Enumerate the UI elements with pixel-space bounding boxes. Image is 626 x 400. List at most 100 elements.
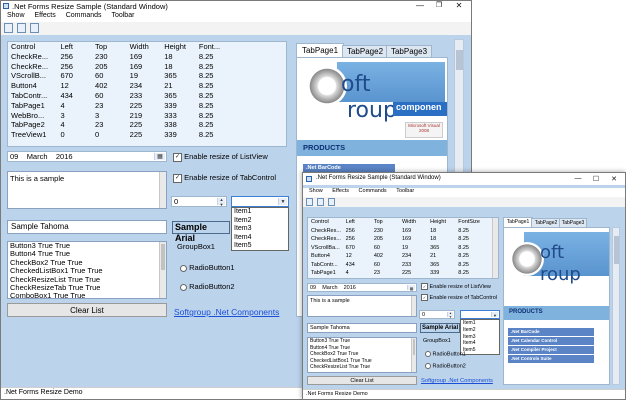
items-combobox[interactable]: ▼: [460, 310, 500, 319]
col-top[interactable]: Top: [371, 218, 399, 227]
dropdown-item[interactable]: Item1: [463, 320, 499, 327]
scroll-thumb[interactable]: [456, 50, 463, 70]
spin-arrows-icon[interactable]: ▲ ▼: [447, 311, 453, 318]
sample-textbox[interactable]: This is a sample: [7, 171, 167, 209]
maximize-icon[interactable]: ☐: [589, 175, 603, 183]
softgroup-link[interactable]: Softgroup .Net Components: [421, 378, 507, 384]
date-picker[interactable]: 09 March 2016 ▦: [307, 283, 417, 292]
dropdown-item[interactable]: Item5: [463, 347, 499, 354]
col-height[interactable]: Height: [161, 42, 196, 52]
radio-button-2[interactable]: RadioButton2: [425, 363, 466, 369]
radio-button-1[interactable]: RadioButton1: [180, 263, 235, 272]
close-icon[interactable]: ✕: [607, 175, 621, 183]
log-listbox[interactable]: Button3 True True Button4 True True CheckB…: [7, 241, 167, 299]
radio-button-2[interactable]: RadioButton2: [180, 282, 235, 291]
listview-scrollbar[interactable]: [492, 218, 498, 278]
table-row[interactable]: TabContr... 434 60 233 365 8.25: [8, 91, 233, 101]
chevron-down-icon[interactable]: ▼: [491, 312, 498, 318]
date-picker[interactable]: 09 March 2016 ▦: [7, 151, 167, 162]
menu-effects[interactable]: Effects: [332, 188, 349, 194]
dropdown-item[interactable]: Item2: [463, 327, 499, 334]
new-icon[interactable]: [4, 23, 13, 33]
sample-textbox[interactable]: This is a sample: [307, 295, 417, 317]
col-control[interactable]: Control: [8, 42, 57, 52]
table-row[interactable]: TreeView1 0 0 225 339 8.25: [8, 130, 233, 140]
calendar-dropdown-icon[interactable]: ▦: [154, 153, 165, 160]
minimize-icon[interactable]: —: [571, 175, 585, 182]
save-icon[interactable]: [328, 197, 336, 206]
col-left[interactable]: Left: [57, 42, 92, 52]
save-icon[interactable]: [30, 23, 40, 33]
dropdown-item[interactable]: Item5: [234, 242, 288, 251]
minimize-icon[interactable]: —: [412, 1, 428, 10]
dropdown-item[interactable]: Item3: [463, 334, 499, 341]
tab-scrollbar[interactable]: [612, 227, 620, 385]
col-font[interactable]: Font...: [196, 42, 233, 52]
clear-list-button[interactable]: Clear List: [7, 303, 167, 317]
table-row[interactable]: CheckRe... 256 205 169 18 8.25: [8, 62, 233, 72]
tab-tabpage1[interactable]: TabPage1: [296, 43, 344, 58]
softgroup-link[interactable]: Softgroup .Net Components: [174, 307, 292, 317]
chevron-down-icon[interactable]: ▼: [278, 198, 287, 205]
list-item[interactable]: ComboBox1 True True: [10, 292, 166, 298]
col-control[interactable]: Control: [308, 218, 343, 227]
table-row[interactable]: Button4 12 402 234 21 8.25: [8, 81, 233, 91]
textbox-scrollbar[interactable]: [411, 296, 416, 316]
controls-listview[interactable]: Control Left Top Width Height Font... Ch…: [7, 41, 287, 147]
list-item[interactable]: CheckedListBox1 True True: [310, 358, 416, 365]
dropdown-item[interactable]: Item4: [463, 340, 499, 347]
nav-item[interactable]: .Net Controls Suite: [508, 355, 594, 364]
list-item[interactable]: CheckResizeList True True: [310, 364, 416, 371]
nav-item[interactable]: .Net Calendar Control: [508, 337, 594, 346]
log-scrollbar[interactable]: [159, 242, 166, 298]
table-row[interactable]: TabContr... 434 60 233 365 8.25: [308, 261, 490, 270]
dropdown-item[interactable]: Item2: [234, 217, 288, 226]
clear-list-button[interactable]: Clear List: [307, 376, 417, 385]
table-row[interactable]: CheckRes... 256 230 169 18 8.25: [308, 227, 490, 236]
numeric-updown[interactable]: 0 ▲ ▼: [419, 310, 455, 319]
table-row[interactable]: TabPage2 4 23 225 338 8.25: [8, 120, 233, 130]
items-combobox[interactable]: ▼: [231, 196, 289, 207]
dropdown-item[interactable]: Item4: [234, 234, 288, 243]
menu-toolbar[interactable]: Toolbar: [396, 188, 414, 194]
spin-arrows-icon[interactable]: ▲ ▼: [217, 197, 225, 206]
table-row[interactable]: VScrollB... 670 60 19 365 8.25: [8, 71, 233, 81]
open-icon[interactable]: [317, 197, 325, 206]
maximize-icon[interactable]: ❐: [431, 1, 447, 9]
open-icon[interactable]: [17, 23, 27, 33]
tahoma-sample-field[interactable]: Sample Tahoma: [307, 323, 417, 333]
menu-toolbar[interactable]: Toolbar: [111, 12, 134, 19]
table-row[interactable]: VScrollBa... 670 60 19 365 8.25: [308, 244, 490, 253]
tabcontrol-resize-checkbox[interactable]: ✓ Enable resize of TabControl: [173, 173, 285, 183]
menu-commands[interactable]: Commands: [359, 188, 387, 194]
table-row[interactable]: TabPage1 4 23 225 339 8.25: [8, 101, 233, 111]
list-item[interactable]: Button3 True True: [310, 338, 416, 345]
col-width[interactable]: Width: [127, 42, 162, 52]
nav-item[interactable]: .Net Compiler Project: [508, 346, 594, 355]
menu-commands[interactable]: Commands: [66, 12, 102, 19]
textbox-scrollbar[interactable]: [159, 172, 166, 208]
tahoma-sample-field[interactable]: Sample Tahoma: [7, 220, 167, 234]
col-width[interactable]: Width: [399, 218, 427, 227]
log-listbox[interactable]: Button3 True True Button4 True True CheckB…: [307, 337, 417, 373]
numeric-updown[interactable]: 0 ▲ ▼: [171, 196, 227, 207]
dropdown-item[interactable]: Item1: [234, 208, 288, 217]
listview-resize-checkbox[interactable]: ✓ Enable resize of ListView: [421, 283, 501, 290]
tabcontrol-resize-checkbox[interactable]: ✓ Enable resize of TabControl: [421, 294, 501, 301]
list-item[interactable]: Button4 True True: [310, 345, 416, 352]
log-scrollbar[interactable]: [411, 338, 416, 372]
close-icon[interactable]: ✕: [451, 1, 467, 10]
scroll-thumb[interactable]: [614, 236, 619, 264]
col-fontsize[interactable]: FontSize: [455, 218, 490, 227]
table-row[interactable]: TabPage1 4 23 225 339 8.25: [308, 269, 490, 278]
calendar-dropdown-icon[interactable]: ▦: [407, 285, 415, 291]
table-row[interactable]: CheckRe... 256 230 169 18 8.25: [8, 52, 233, 62]
menu-effects[interactable]: Effects: [34, 12, 55, 19]
table-row[interactable]: CheckRes... 256 205 169 18 8.25: [308, 235, 490, 244]
col-height[interactable]: Height: [427, 218, 455, 227]
menu-show[interactable]: Show: [7, 12, 25, 19]
radio-button-1[interactable]: RadioButton1: [425, 351, 466, 357]
dropdown-item[interactable]: Item3: [234, 225, 288, 234]
table-row[interactable]: WebBro... 3 3 219 333 8.25: [8, 111, 233, 121]
col-left[interactable]: Left: [343, 218, 371, 227]
